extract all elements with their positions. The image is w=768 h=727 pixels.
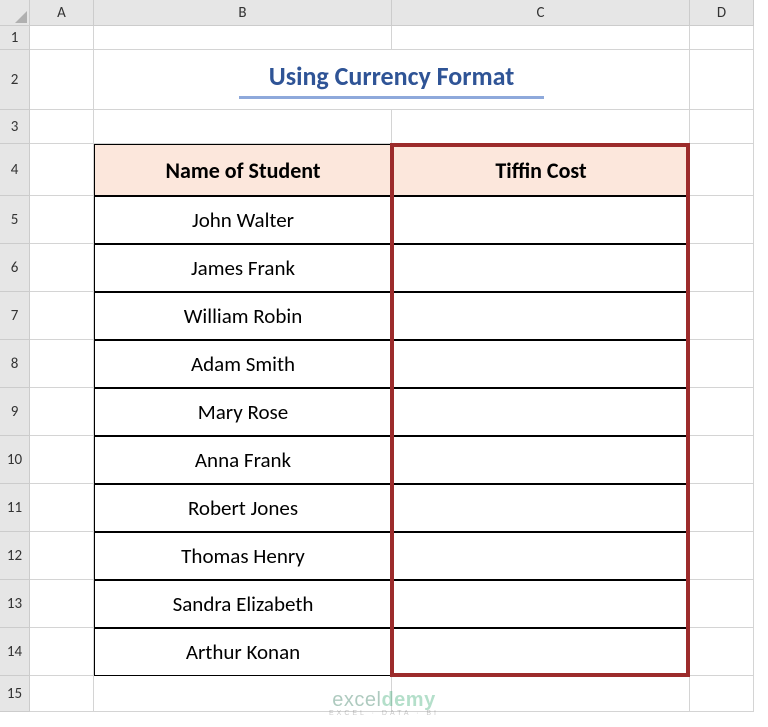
cell-A2[interactable] — [30, 50, 94, 110]
cell-D4[interactable] — [690, 144, 754, 196]
cell-A7[interactable] — [30, 292, 94, 340]
table-row[interactable]: Sandra Elizabeth — [94, 580, 392, 628]
cell-D3[interactable] — [690, 110, 754, 144]
table-row[interactable]: Arthur Konan — [94, 628, 392, 676]
column-headers: A B C D — [30, 0, 754, 26]
cell-A6[interactable] — [30, 244, 94, 292]
table-row[interactable]: William Robin — [94, 292, 392, 340]
cell-A15[interactable] — [30, 676, 94, 712]
cell-D11[interactable] — [690, 484, 754, 532]
cell-A11[interactable] — [30, 484, 94, 532]
col-header-C[interactable]: C — [392, 0, 690, 26]
cell-D5[interactable] — [690, 196, 754, 244]
cell-D10[interactable] — [690, 436, 754, 484]
cell-D15[interactable] — [690, 676, 754, 712]
cell-A8[interactable] — [30, 340, 94, 388]
row-header-8[interactable]: 8 — [0, 340, 30, 388]
cell-D6[interactable] — [690, 244, 754, 292]
row-header-2[interactable]: 2 — [0, 50, 30, 110]
cell-D13[interactable] — [690, 580, 754, 628]
cell-D8[interactable] — [690, 340, 754, 388]
cell-A5[interactable] — [30, 196, 94, 244]
table-row[interactable]: Anna Frank — [94, 436, 392, 484]
table-cost-cell[interactable] — [392, 388, 690, 436]
row-header-5[interactable]: 5 — [0, 196, 30, 244]
title-cell[interactable]: Using Currency Format — [94, 50, 690, 110]
table-row[interactable]: Mary Rose — [94, 388, 392, 436]
cell-D12[interactable] — [690, 532, 754, 580]
row-headers: 1 2 3 4 5 6 7 8 9 10 11 12 13 14 15 — [0, 26, 30, 712]
page-title: Using Currency Format — [239, 60, 545, 99]
cell-C3[interactable] — [392, 110, 690, 144]
cell-B3[interactable] — [94, 110, 392, 144]
table-header-name[interactable]: Name of Student — [94, 144, 392, 196]
table-cost-cell[interactable] — [392, 292, 690, 340]
cell-A9[interactable] — [30, 388, 94, 436]
row-header-4[interactable]: 4 — [0, 144, 30, 196]
select-all-corner[interactable] — [0, 0, 30, 26]
cell-D2[interactable] — [690, 50, 754, 110]
row-header-15[interactable]: 15 — [0, 676, 30, 712]
table-cost-cell[interactable] — [392, 244, 690, 292]
row-header-13[interactable]: 13 — [0, 580, 30, 628]
watermark-tagline: EXCEL · DATA · BI — [329, 710, 439, 717]
watermark-suffix: demy — [381, 689, 435, 711]
table-row[interactable]: James Frank — [94, 244, 392, 292]
cell-D1[interactable] — [690, 26, 754, 50]
table-row[interactable]: Adam Smith — [94, 340, 392, 388]
table-cost-cell[interactable] — [392, 340, 690, 388]
row-header-11[interactable]: 11 — [0, 484, 30, 532]
cell-A10[interactable] — [30, 436, 94, 484]
cell-A13[interactable] — [30, 580, 94, 628]
col-header-A[interactable]: A — [30, 0, 94, 26]
cell-grid: Using Currency Format Name of Student Ti… — [30, 26, 754, 712]
table-header-cost[interactable]: Tiffin Cost — [392, 144, 690, 196]
row-header-7[interactable]: 7 — [0, 292, 30, 340]
table-cost-cell[interactable] — [392, 628, 690, 676]
cell-A3[interactable] — [30, 110, 94, 144]
watermark-prefix: excel — [332, 689, 381, 711]
row-header-9[interactable]: 9 — [0, 388, 30, 436]
cell-D9[interactable] — [690, 388, 754, 436]
cell-D7[interactable] — [690, 292, 754, 340]
cell-A12[interactable] — [30, 532, 94, 580]
table-cost-cell[interactable] — [392, 196, 690, 244]
cell-A4[interactable] — [30, 144, 94, 196]
row-header-6[interactable]: 6 — [0, 244, 30, 292]
row-header-3[interactable]: 3 — [0, 110, 30, 144]
cell-B1[interactable] — [94, 26, 392, 50]
spreadsheet: A B C D 1 2 3 4 5 6 7 8 9 10 11 12 13 14… — [0, 0, 768, 727]
watermark: exceldemy EXCEL · DATA · BI — [329, 689, 439, 717]
cell-A14[interactable] — [30, 628, 94, 676]
table-cost-cell[interactable] — [392, 484, 690, 532]
col-header-D[interactable]: D — [690, 0, 754, 26]
table-cost-cell[interactable] — [392, 580, 690, 628]
cell-A1[interactable] — [30, 26, 94, 50]
col-header-B[interactable]: B — [94, 0, 392, 26]
cell-D14[interactable] — [690, 628, 754, 676]
row-header-14[interactable]: 14 — [0, 628, 30, 676]
row-header-12[interactable]: 12 — [0, 532, 30, 580]
table-row[interactable]: Robert Jones — [94, 484, 392, 532]
table-cost-cell — [392, 436, 690, 484]
table-cost-cell[interactable] — [392, 532, 690, 580]
cell-C1[interactable] — [392, 26, 690, 50]
row-header-10[interactable]: 10 — [0, 436, 30, 484]
row-header-1[interactable]: 1 — [0, 26, 30, 50]
table-row[interactable]: John Walter — [94, 196, 392, 244]
table-row[interactable]: Thomas Henry — [94, 532, 392, 580]
